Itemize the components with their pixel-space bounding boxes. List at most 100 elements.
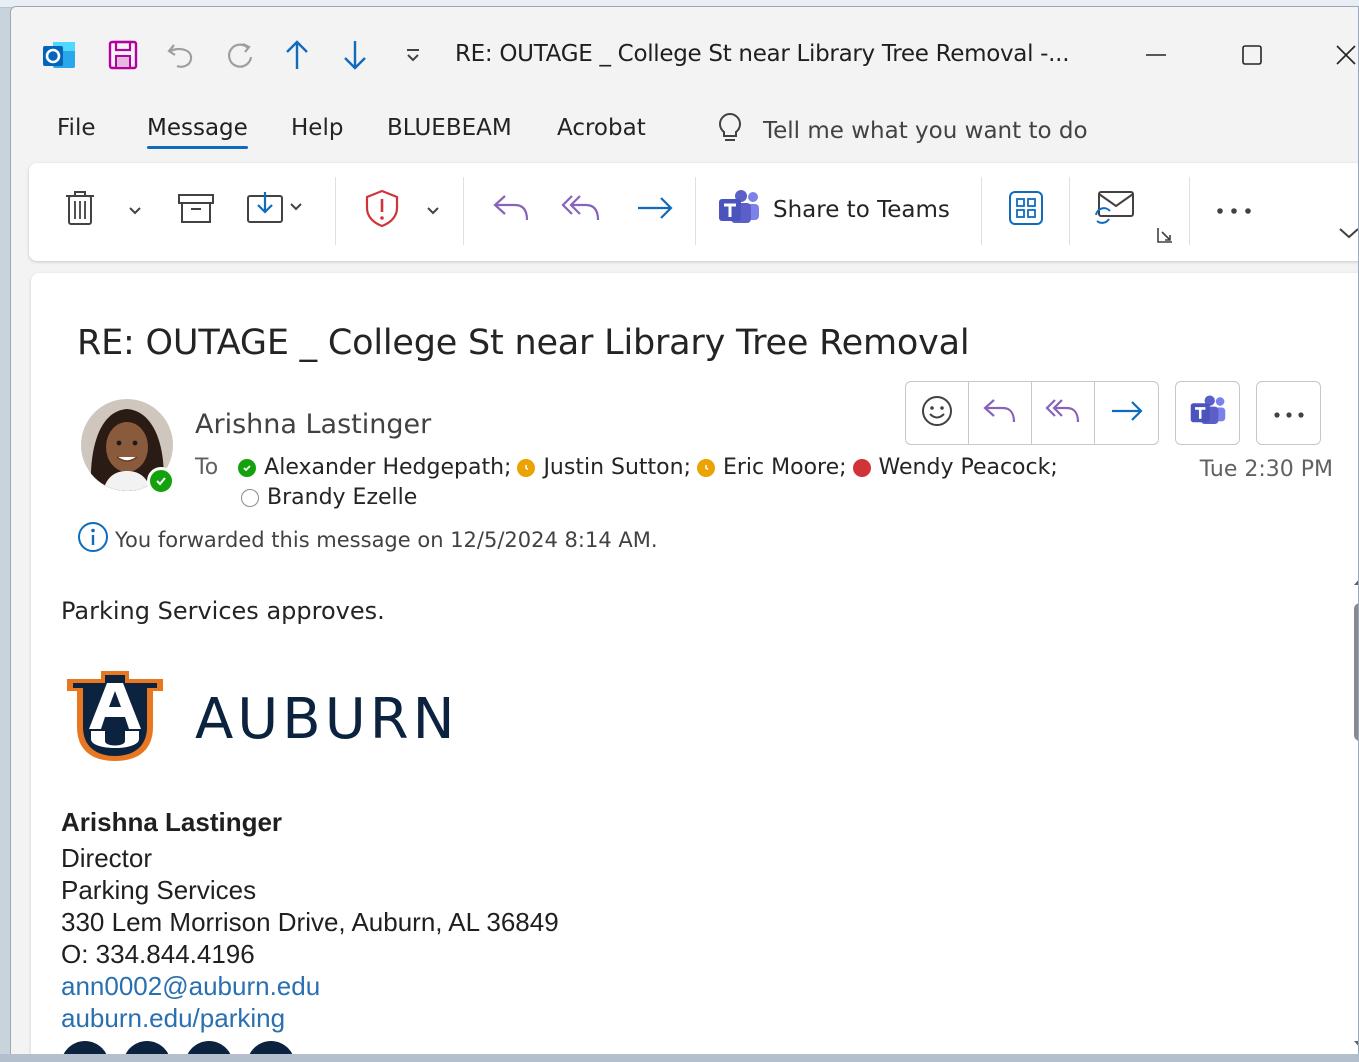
group-dialog-launcher[interactable] xyxy=(1153,225,1177,249)
close-button[interactable] xyxy=(1323,33,1358,77)
title-bar: RE: OUTAGE _ College St near Library Tre… xyxy=(11,7,1358,99)
recipients-line: To Alexander Hedgepath; Justin Sutton; E… xyxy=(195,455,1064,480)
report-button[interactable] xyxy=(355,183,409,237)
recipient-name: Wendy Peacock; xyxy=(878,455,1058,480)
ribbon-separator xyxy=(1189,177,1190,245)
undo-icon[interactable] xyxy=(163,37,199,73)
reply-button[interactable] xyxy=(485,183,537,237)
signature-title: Director xyxy=(61,843,153,873)
reply-all-button[interactable] xyxy=(1032,382,1095,444)
save-icon[interactable] xyxy=(105,37,141,73)
reply-icon xyxy=(491,190,531,230)
tell-me-placeholder: Tell me what you want to do xyxy=(763,118,1088,144)
ribbon-separator xyxy=(335,177,336,245)
react-button[interactable] xyxy=(906,382,969,444)
reply-all-button[interactable] xyxy=(555,183,607,237)
forward-icon xyxy=(1109,397,1145,429)
teams-icon xyxy=(717,189,761,231)
presence-available-icon xyxy=(147,467,175,495)
apps-button[interactable] xyxy=(1001,183,1051,237)
menu-bar: File Message Help BLUEBEAM Acrobat Tell … xyxy=(11,103,1358,159)
more-dots-icon xyxy=(1215,201,1253,220)
report-dropdown[interactable] xyxy=(421,183,445,237)
more-commands-button[interactable] xyxy=(1209,183,1259,237)
delete-button[interactable] xyxy=(57,183,103,237)
redo-icon[interactable] xyxy=(221,37,257,73)
outlook-app-icon xyxy=(41,37,77,73)
presence-offline-icon xyxy=(241,488,259,507)
lightbulb-icon xyxy=(715,111,745,151)
tab-message[interactable]: Message xyxy=(147,115,248,149)
auburn-logo: AUBURN xyxy=(61,669,459,769)
forward-button[interactable] xyxy=(1095,382,1158,444)
taskbar-edge xyxy=(0,1054,1359,1062)
share-to-teams-button[interactable] xyxy=(1176,382,1239,444)
more-group xyxy=(1256,381,1321,445)
more-actions-button[interactable] xyxy=(1257,382,1320,444)
delete-dropdown[interactable] xyxy=(123,183,147,237)
signature-email-link[interactable]: ann0002@auburn.edu xyxy=(61,971,320,1002)
scrollbar-thumb[interactable] xyxy=(1354,603,1358,741)
tab-help[interactable]: Help xyxy=(291,115,343,141)
previous-item-icon[interactable] xyxy=(279,37,315,73)
teams-group xyxy=(1175,381,1240,445)
reaction-reply-group xyxy=(905,381,1159,445)
envelope-action-button[interactable] xyxy=(1089,183,1141,237)
chevron-down-icon xyxy=(128,201,142,220)
reply-all-icon xyxy=(1044,395,1082,431)
tab-acrobat[interactable]: Acrobat xyxy=(557,115,646,141)
sender-name[interactable]: Arishna Lastinger xyxy=(195,409,431,440)
message-subject: RE: OUTAGE _ College St near Library Tre… xyxy=(77,323,970,363)
chevron-down-icon xyxy=(1338,225,1358,244)
signature-name: Arishna Lastinger xyxy=(61,807,283,837)
ribbon-collapse-button[interactable] xyxy=(1335,219,1358,249)
customize-quick-access-icon[interactable] xyxy=(395,37,431,73)
tab-bluebeam[interactable]: BLUEBEAM xyxy=(387,115,512,141)
message-time: Tue 2:30 PM xyxy=(1199,457,1333,482)
ribbon-separator xyxy=(1069,177,1070,245)
ribbon-separator xyxy=(463,177,464,245)
forward-icon xyxy=(635,193,675,227)
dialog-launcher-icon xyxy=(1156,226,1174,248)
move-button[interactable] xyxy=(241,183,307,237)
chevron-down-icon xyxy=(426,201,440,220)
vertical-scrollbar[interactable] xyxy=(1349,573,1358,1053)
ribbon-separator xyxy=(695,177,696,245)
apps-grid-icon xyxy=(1008,190,1044,230)
recipient-name: Brandy Ezelle xyxy=(267,485,418,510)
recipient[interactable]: Eric Moore; xyxy=(696,455,847,480)
teams-icon xyxy=(1189,394,1227,432)
minimize-button[interactable] xyxy=(1133,33,1179,77)
reply-button[interactable] xyxy=(969,382,1032,444)
recipient[interactable]: Brandy Ezelle xyxy=(241,485,417,510)
recipient-name: Justin Sutton; xyxy=(543,455,691,480)
more-dots-icon xyxy=(1273,404,1305,423)
move-to-folder-icon xyxy=(244,190,304,230)
next-item-icon[interactable] xyxy=(337,37,373,73)
share-to-teams-button[interactable]: Share to Teams xyxy=(717,183,969,237)
signature-phone: O: 334.844.4196 xyxy=(61,939,255,969)
presence-away-icon xyxy=(696,458,715,477)
message-body-text: Parking Services approves. xyxy=(61,597,385,625)
signature-department: Parking Services xyxy=(61,875,257,905)
archive-button[interactable] xyxy=(171,183,221,237)
signature-website-link[interactable]: auburn.edu/parking xyxy=(61,1003,285,1034)
recipient-name: Eric Moore; xyxy=(722,455,847,480)
auburn-au-mark-icon xyxy=(61,669,169,769)
recipient[interactable]: Wendy Peacock; xyxy=(852,455,1058,480)
maximize-button[interactable] xyxy=(1229,33,1275,77)
tab-file[interactable]: File xyxy=(57,115,96,141)
recipient-name: Alexander Hedgepath; xyxy=(264,455,512,480)
reply-all-icon xyxy=(560,190,602,230)
forward-button[interactable] xyxy=(629,183,681,237)
info-text: You forwarded this message on 12/5/2024 … xyxy=(115,527,658,552)
tell-me-search[interactable]: Tell me what you want to do xyxy=(715,109,1088,153)
recipient[interactable]: Alexander Hedgepath; xyxy=(238,455,511,480)
window-title: RE: OUTAGE _ College St near Library Tre… xyxy=(455,41,1070,67)
recipient[interactable]: Justin Sutton; xyxy=(517,455,691,480)
info-icon xyxy=(77,521,109,558)
to-label: To xyxy=(195,455,219,480)
emoji-icon xyxy=(920,394,954,432)
forward-info-notice: You forwarded this message on 12/5/2024 … xyxy=(77,521,658,558)
reading-pane: RE: OUTAGE _ College St near Library Tre… xyxy=(31,273,1358,1055)
